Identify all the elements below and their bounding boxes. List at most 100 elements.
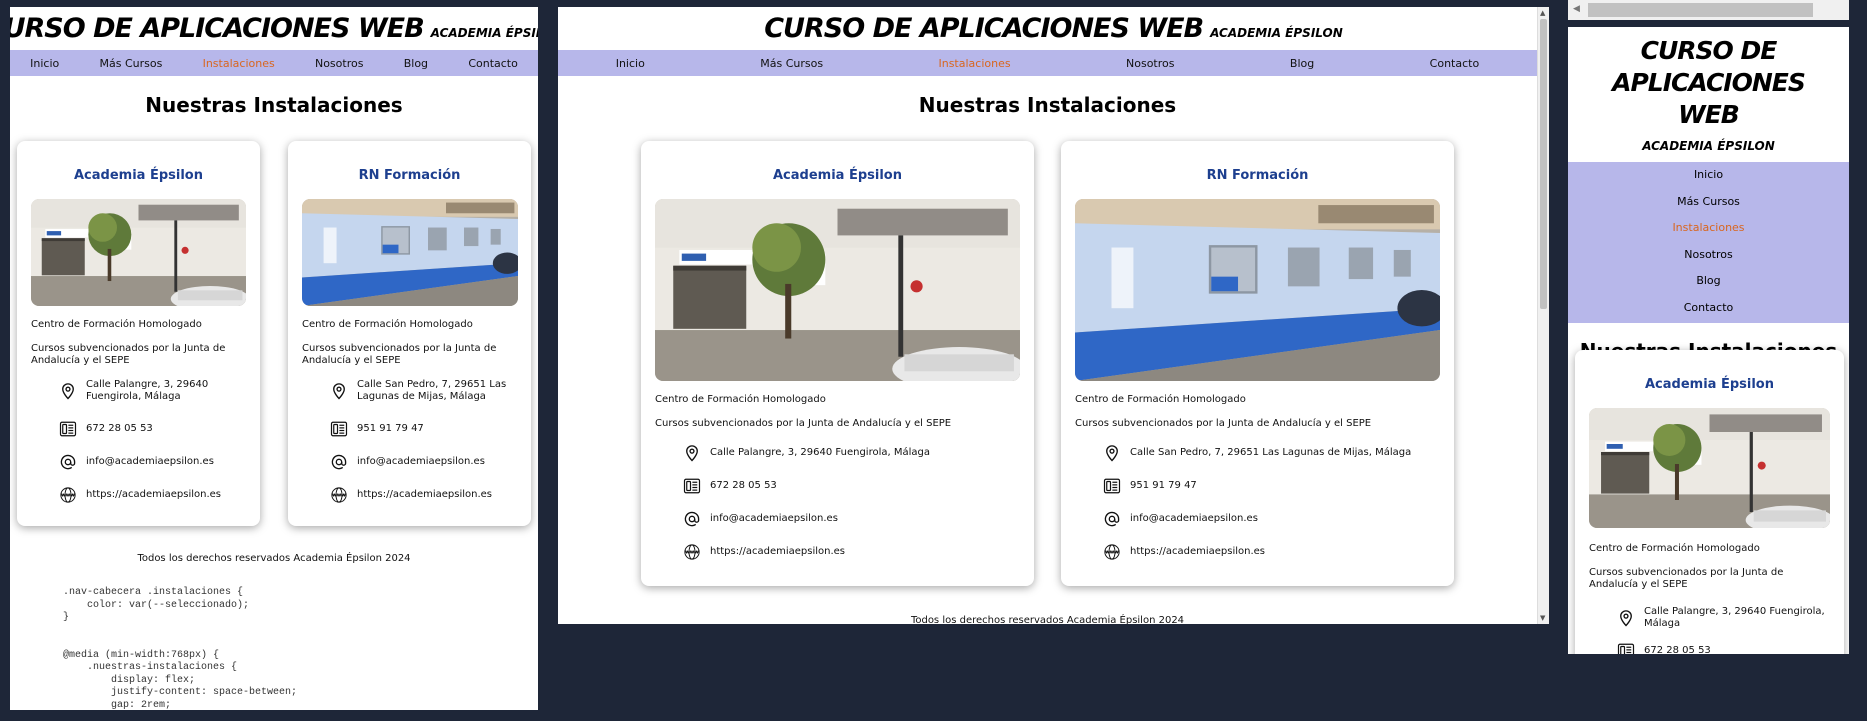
nav-item-mas-cursos[interactable]: Más Cursos: [100, 57, 163, 70]
nav-item-nosotros[interactable]: Nosotros: [1126, 57, 1174, 70]
card-web[interactable]: www https://academiaepsilon.es: [59, 486, 221, 504]
scroll-down-arrow-icon[interactable]: ▼: [1540, 613, 1545, 623]
nav-item-nosotros[interactable]: Nosotros: [315, 57, 363, 70]
location-pin-icon: [683, 444, 701, 462]
nav-item-contacto[interactable]: Contacto: [468, 57, 518, 70]
email-link[interactable]: info@academiaepsilon.es: [1130, 513, 1258, 525]
code-line: }: [63, 612, 70, 623]
card-address: Calle Palangre, 3, 29640 Fuengirola, Mál…: [1617, 606, 1827, 630]
phone-icon: [59, 420, 77, 438]
preview-panel-mobile: CURSO DE APLICACIONES WEB ACADEMIA ÉPSIL…: [1568, 27, 1849, 654]
card-desc-1: Centro de Formación Homologado: [302, 319, 473, 330]
footer-text: Todos los derechos reservados Academia É…: [910, 615, 1185, 624]
email-link[interactable]: info@academiaepsilon.es: [357, 456, 485, 468]
svg-text:www: www: [61, 493, 75, 499]
nav-item-instalaciones[interactable]: Instalaciones: [203, 57, 275, 70]
vertical-scrollbar[interactable]: ▲ ▼: [1537, 7, 1549, 624]
site-subtitle: ACADEMIA ÉPSILON: [1210, 26, 1343, 40]
web-link[interactable]: https://academiaepsilon.es: [86, 489, 221, 501]
phone-text: 672 28 05 53: [86, 423, 153, 434]
code-line: .nav-cabecera .instalaciones {: [63, 587, 244, 598]
card-web[interactable]: www https://academiaepsilon.es: [1103, 543, 1265, 561]
card-web[interactable]: www https://academiaepsilon.es: [330, 486, 492, 504]
code-line: @media (min-width:768px) {: [63, 649, 220, 661]
card-phone: 672 28 05 53: [1617, 642, 1711, 654]
nav-item-inicio[interactable]: Inicio: [616, 57, 645, 70]
nav-item-blog[interactable]: Blog: [1568, 273, 1849, 300]
scrollbar-thumb[interactable]: [1540, 19, 1547, 309]
nav-item-nosotros[interactable]: Nosotros: [1568, 247, 1849, 274]
card-title: Academia Épsilon: [74, 168, 203, 183]
card-address: Calle San Pedro, 7, 29651 Las Lagunas de…: [330, 379, 510, 403]
facility-card-epsilon: Academia Épsilon Centro de Formación Hom…: [641, 141, 1034, 586]
phone-icon: [330, 420, 348, 438]
web-link[interactable]: https://academiaepsilon.es: [710, 546, 845, 558]
email-link[interactable]: info@academiaepsilon.es: [86, 456, 214, 468]
card-email[interactable]: info@academiaepsilon.es: [1103, 510, 1258, 528]
card-desc-1: Centro de Formación Homologado: [655, 394, 826, 405]
nav-bar: Inicio Más Cursos Instalaciones Nosotros…: [1568, 162, 1849, 323]
site-header: CURSO DE APLICACIONES WEB ACADEMIA ÉPSIL…: [558, 7, 1549, 50]
nav-item-instalaciones[interactable]: Instalaciones: [1568, 220, 1849, 247]
nav-item-contacto[interactable]: Contacto: [1430, 57, 1480, 70]
web-link[interactable]: https://academiaepsilon.es: [1130, 546, 1265, 558]
card-desc-2: Cursos subvencionados por la Junta de An…: [31, 343, 226, 366]
location-pin-icon: [330, 382, 348, 400]
nav-item-inicio[interactable]: Inicio: [1568, 167, 1849, 194]
site-title: CURSO DE APLICACIONES WEB: [10, 13, 425, 44]
site-header: CURSO DE APLICACIONES WEB ACADEMIA ÉPSIL…: [1568, 27, 1849, 153]
card-title: RN Formación: [1206, 168, 1309, 183]
scroll-left-arrow-icon[interactable]: ◀: [1573, 4, 1580, 14]
phone-text: 672 28 05 53: [1644, 645, 1711, 654]
svg-text:www: www: [1105, 550, 1119, 556]
code-line: color: var(--seleccionado);: [63, 599, 250, 611]
phone-icon: [1617, 642, 1635, 654]
nav-item-instalaciones[interactable]: Instalaciones: [938, 57, 1010, 70]
site-subtitle: ACADEMIA ÉPSILON: [1642, 139, 1775, 153]
address-text: Calle Palangre, 3, 29640 Fuengirola, Mál…: [86, 379, 209, 402]
nav-item-blog[interactable]: Blog: [1290, 57, 1314, 70]
facility-photo: [655, 199, 1020, 381]
card-desc-1: Centro de Formación Homologado: [1589, 543, 1760, 554]
at-sign-icon: [1103, 510, 1121, 528]
nav-item-contacto[interactable]: Contacto: [1568, 300, 1849, 320]
card-web[interactable]: www https://academiaepsilon.es: [683, 543, 845, 561]
code-line: .nuestras-instalaciones {: [63, 662, 238, 673]
nav-item-mas-cursos[interactable]: Más Cursos: [1568, 194, 1849, 221]
card-address: Calle San Pedro, 7, 29651 Las Lagunas de…: [1103, 444, 1411, 462]
horizontal-scrollbar[interactable]: ◀: [1568, 0, 1849, 20]
email-link[interactable]: info@academiaepsilon.es: [710, 513, 838, 525]
card-phone: 951 91 79 47: [1103, 477, 1197, 495]
scrollbar-thumb[interactable]: [1588, 3, 1813, 17]
card-address: Calle Palangre, 3, 29640 Fuengirola, Mál…: [59, 379, 239, 403]
location-pin-icon: [59, 382, 77, 400]
www-globe-icon: www: [1103, 543, 1121, 561]
scroll-up-arrow-icon[interactable]: ▲: [1540, 8, 1545, 18]
facility-photo: [1589, 408, 1830, 528]
card-title: Academia Épsilon: [773, 168, 902, 183]
www-globe-icon: www: [59, 486, 77, 504]
nav-item-mas-cursos[interactable]: Más Cursos: [760, 57, 823, 70]
web-link[interactable]: https://academiaepsilon.es: [357, 489, 492, 501]
site-header: CURSO DE APLICACIONES WEB ACADEMIA ÉPSIL…: [10, 7, 538, 50]
nav-item-blog[interactable]: Blog: [404, 57, 428, 70]
card-email[interactable]: info@academiaepsilon.es: [59, 453, 214, 471]
section-title: Nuestras Instalaciones: [918, 93, 1177, 117]
at-sign-icon: [59, 453, 77, 471]
facility-photo: [31, 199, 246, 306]
nav-item-inicio[interactable]: Inicio: [30, 57, 59, 70]
preview-panel-narrow: CURSO DE APLICACIONES WEB ACADEMIA ÉPSIL…: [10, 7, 538, 710]
card-desc-1: Centro de Formación Homologado: [1075, 394, 1246, 405]
facility-card-epsilon: Academia Épsilon Centro de Formación Hom…: [1575, 350, 1844, 654]
section-title: Nuestras Instalaciones: [145, 93, 403, 117]
at-sign-icon: [683, 510, 701, 528]
card-email[interactable]: info@academiaepsilon.es: [330, 453, 485, 471]
site-title: CURSO DE APLICACIONES WEB: [764, 13, 1204, 44]
address-text: Calle San Pedro, 7, 29651 Las Lagunas de…: [1130, 447, 1412, 458]
css-code-block: .nav-cabecera .instalaciones { color: va…: [63, 587, 297, 710]
card-desc-2: Cursos subvencionados por la Junta de An…: [1075, 418, 1372, 429]
card-email[interactable]: info@academiaepsilon.es: [683, 510, 838, 528]
site-subtitle: ACADEMIA ÉPSILON: [430, 26, 538, 40]
